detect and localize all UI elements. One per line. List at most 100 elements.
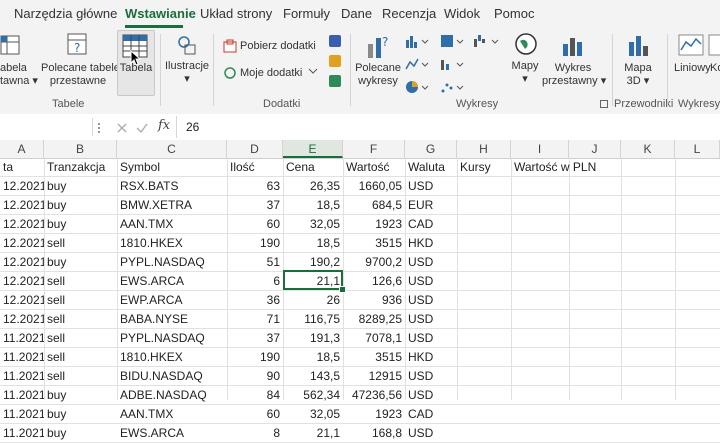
cell-value[interactable]: 12915 — [343, 367, 405, 385]
cell-symbol[interactable]: BIDU.NASDAQ — [117, 367, 227, 385]
cell-value[interactable]: 7078,1 — [343, 329, 405, 347]
cell-price[interactable]: 21,1 — [283, 424, 343, 442]
cell-transaction[interactable]: sell — [44, 310, 117, 328]
cell-currency[interactable]: USD — [405, 424, 457, 442]
column-header-j[interactable]: J — [569, 140, 621, 158]
cell-value[interactable]: 126,6 — [343, 272, 405, 290]
pivot-table-button[interactable]: abela tawna ▾ — [0, 62, 38, 88]
cell-date[interactable]: 11.2021 — [0, 424, 44, 442]
cell-price[interactable]: 26,35 — [283, 177, 343, 195]
sparkline-line-button[interactable]: Liniowy — [674, 62, 711, 75]
cell-transaction[interactable]: sell — [44, 272, 117, 290]
cell-date[interactable]: 12.2021 — [0, 177, 44, 195]
cell-symbol[interactable]: RSX.BATS — [117, 177, 227, 195]
cell-value[interactable]: 9700,2 — [343, 253, 405, 271]
cell-currency[interactable]: CAD — [405, 405, 457, 423]
more-options-icon[interactable] — [96, 122, 102, 134]
cell-symbol[interactable]: BABA.NYSE — [117, 310, 227, 328]
cell-currency[interactable]: USD — [405, 272, 457, 290]
column-header-i[interactable]: I — [511, 140, 569, 158]
3d-map-button[interactable]: Mapa 3D ▾ — [618, 62, 658, 88]
cell-symbol[interactable]: EWS.ARCA — [117, 272, 227, 290]
statistic-chart-icon[interactable] — [440, 56, 466, 72]
cell-date[interactable]: 11.2021 — [0, 405, 44, 423]
column-header-f[interactable]: F — [343, 140, 405, 158]
cell-value[interactable]: 168,8 — [343, 424, 405, 442]
my-addins-button[interactable]: Moje dodatki — [240, 67, 302, 80]
cell-symbol[interactable]: PYPL.NASDAQ — [117, 329, 227, 347]
cell-date[interactable]: 12.2021 — [0, 234, 44, 252]
column-header-g[interactable]: G — [405, 140, 457, 158]
cell-value[interactable]: 3515 — [343, 234, 405, 252]
cell-symbol[interactable]: 1810.HKEX — [117, 234, 227, 252]
cell-transaction[interactable]: buy — [44, 386, 117, 404]
waterfall-chart-icon[interactable] — [473, 33, 501, 49]
cell-quantity[interactable]: 60 — [227, 405, 283, 423]
cell-transaction[interactable]: buy — [44, 177, 117, 195]
cell-price[interactable]: 18,5 — [283, 234, 343, 252]
cell-quantity[interactable]: 8 — [227, 424, 283, 442]
tab-view[interactable]: Widok — [444, 6, 480, 21]
cell-value[interactable]: 3515 — [343, 348, 405, 366]
active-cell-selection[interactable] — [283, 270, 343, 290]
scatter-chart-icon[interactable] — [440, 79, 466, 95]
column-header-k[interactable]: K — [621, 140, 675, 158]
cell-currency[interactable]: EUR — [405, 196, 457, 214]
cell-value[interactable]: 1923 — [343, 405, 405, 423]
cell-transaction[interactable]: buy — [44, 215, 117, 233]
cell-quantity[interactable]: 60 — [227, 215, 283, 233]
tab-data[interactable]: Dane — [341, 6, 372, 21]
header-cell-price[interactable]: Cena — [283, 158, 343, 176]
header-cell-value-pln[interactable]: Wartość w PLN — [511, 158, 621, 176]
cell-date[interactable]: 12.2021 — [0, 196, 44, 214]
cell-date[interactable]: 12.2021 — [0, 291, 44, 309]
cell-price[interactable]: 18,5 — [283, 348, 343, 366]
tab-home[interactable]: Narzędzia główne — [14, 6, 117, 21]
cell-price[interactable]: 18,5 — [283, 196, 343, 214]
visio-icon[interactable] — [328, 34, 342, 48]
cell-value[interactable]: 684,5 — [343, 196, 405, 214]
confirm-icon[interactable] — [136, 122, 148, 134]
cell-currency[interactable]: USD — [405, 177, 457, 195]
cell-date[interactable]: 12.2021 — [0, 272, 44, 290]
cell-quantity[interactable]: 6 — [227, 272, 283, 290]
cell-currency[interactable]: USD — [405, 386, 457, 404]
cell-currency[interactable]: USD — [405, 310, 457, 328]
header-cell-transaction[interactable]: Tranzakcja — [44, 158, 117, 176]
cell-quantity[interactable]: 37 — [227, 196, 283, 214]
cell-transaction[interactable]: buy — [44, 253, 117, 271]
cell-value[interactable]: 936 — [343, 291, 405, 309]
cell-price[interactable]: 143,5 — [283, 367, 343, 385]
illustrations-button[interactable]: Ilustracje ▾ — [163, 60, 211, 86]
people-graph-icon[interactable] — [328, 74, 342, 88]
cell-currency[interactable]: CAD — [405, 215, 457, 233]
column-header-h[interactable]: H — [457, 140, 511, 158]
fill-handle[interactable] — [339, 286, 346, 293]
cell-currency[interactable]: USD — [405, 253, 457, 271]
cell-date[interactable]: 12.2021 — [0, 215, 44, 233]
cell-currency[interactable]: USD — [405, 329, 457, 347]
cell-price[interactable]: 191,3 — [283, 329, 343, 347]
cell-value[interactable]: 1660,05 — [343, 177, 405, 195]
column-header-e[interactable]: E — [283, 140, 343, 158]
pie-chart-icon[interactable] — [405, 79, 431, 95]
cell-symbol[interactable]: AAN.TMX — [117, 405, 227, 423]
dialog-launcher-icon[interactable] — [600, 100, 608, 108]
column-header-a[interactable]: A — [0, 140, 44, 158]
recommended-pivot-button[interactable]: Polecane tabele przestawne — [41, 62, 120, 88]
hierarchy-chart-icon[interactable] — [440, 33, 466, 49]
header-cell-symbol[interactable]: Symbol — [117, 158, 227, 176]
cell-price[interactable]: 32,05 — [283, 215, 343, 233]
header-cell-quantity[interactable]: Ilość — [227, 158, 283, 176]
column-chart-icon[interactable] — [405, 33, 431, 49]
cell-date[interactable]: 11.2021 — [0, 348, 44, 366]
name-box[interactable] — [0, 118, 93, 136]
cell-symbol[interactable]: BMW.XETRA — [117, 196, 227, 214]
cell-quantity[interactable]: 63 — [227, 177, 283, 195]
tab-formulas[interactable]: Formuły — [283, 6, 330, 21]
cell-value[interactable]: 8289,25 — [343, 310, 405, 328]
formula-input[interactable]: 26 — [186, 120, 199, 134]
cell-transaction[interactable]: sell — [44, 329, 117, 347]
cell-symbol[interactable]: 1810.HKEX — [117, 348, 227, 366]
table-button[interactable]: Tabela — [117, 62, 155, 75]
